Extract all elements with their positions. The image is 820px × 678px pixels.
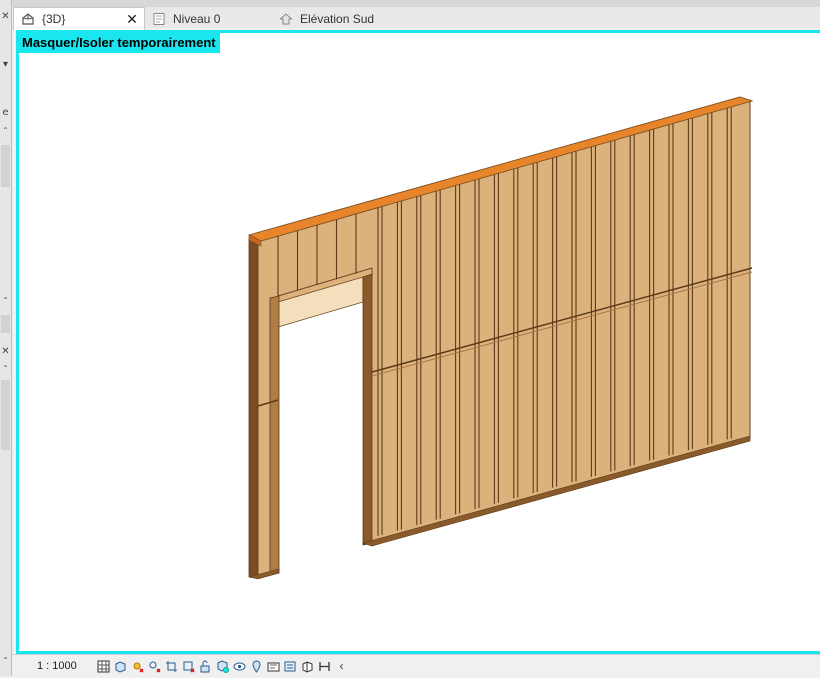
close-icon[interactable]: ✕ xyxy=(124,11,140,28)
crop-view-icon[interactable] xyxy=(165,660,178,673)
reveal-hidden-icon[interactable] xyxy=(233,660,246,673)
panel-label-fragment: e xyxy=(2,107,9,118)
temporary-hide-icon[interactable] xyxy=(216,659,229,673)
constraints-icon[interactable] xyxy=(301,660,314,673)
chevron-down-icon[interactable]: ▾ xyxy=(0,60,11,70)
scroll-left-icon[interactable]: ‹ xyxy=(335,659,348,673)
analytical-model-icon[interactable] xyxy=(250,659,263,673)
tab-label: Niveau 0 xyxy=(173,11,221,26)
3d-house-icon xyxy=(20,11,36,27)
close-icon[interactable]: ✕ xyxy=(0,12,11,22)
tab-label: Elévation Sud xyxy=(300,11,375,26)
visual-style-icon[interactable] xyxy=(114,660,127,673)
left-panel-strip: ✕ ▾ e ˆ ˇ ✕ ˆ ˇ xyxy=(0,0,12,676)
tab-label: {3D} xyxy=(42,12,66,26)
show-crop-icon[interactable] xyxy=(182,660,195,673)
view-control-bar: 1 : 1000 ‹ xyxy=(12,654,820,677)
view-properties-icon[interactable] xyxy=(284,660,297,673)
tab-3d[interactable]: {3D} ✕ xyxy=(13,7,145,30)
close-icon[interactable]: ✕ xyxy=(0,347,11,357)
tab-elevation-sud[interactable]: Elévation Sud xyxy=(272,7,412,30)
tab-niveau-0[interactable]: Niveau 0 xyxy=(145,7,269,30)
view-scale[interactable]: 1 : 1000 xyxy=(37,660,97,672)
render-icon[interactable] xyxy=(318,660,331,673)
scroll-down-icon[interactable]: ˇ xyxy=(0,658,11,668)
shadows-icon[interactable] xyxy=(148,660,161,673)
unlock-view-icon[interactable] xyxy=(199,660,212,673)
scroll-up-icon[interactable]: ˆ xyxy=(0,366,11,376)
highlight-icon[interactable] xyxy=(267,660,280,673)
sun-path-icon[interactable] xyxy=(131,660,144,673)
scrollbar-thumb[interactable] xyxy=(1,380,10,450)
temporary-hide-isolate-banner: Masquer/Isoler temporairement xyxy=(18,33,220,53)
detail-level-icon[interactable] xyxy=(97,660,110,673)
elevation-icon xyxy=(278,11,294,27)
scrollbar-thumb[interactable] xyxy=(1,145,10,187)
wall-frame-model[interactable] xyxy=(16,30,820,654)
scroll-up-icon[interactable]: ˆ xyxy=(0,128,11,138)
tab-bar-top xyxy=(12,0,820,7)
floor-plan-icon xyxy=(151,11,167,27)
scroll-down-icon[interactable]: ˇ xyxy=(0,298,11,308)
scrollbar-thumb[interactable] xyxy=(1,315,10,333)
